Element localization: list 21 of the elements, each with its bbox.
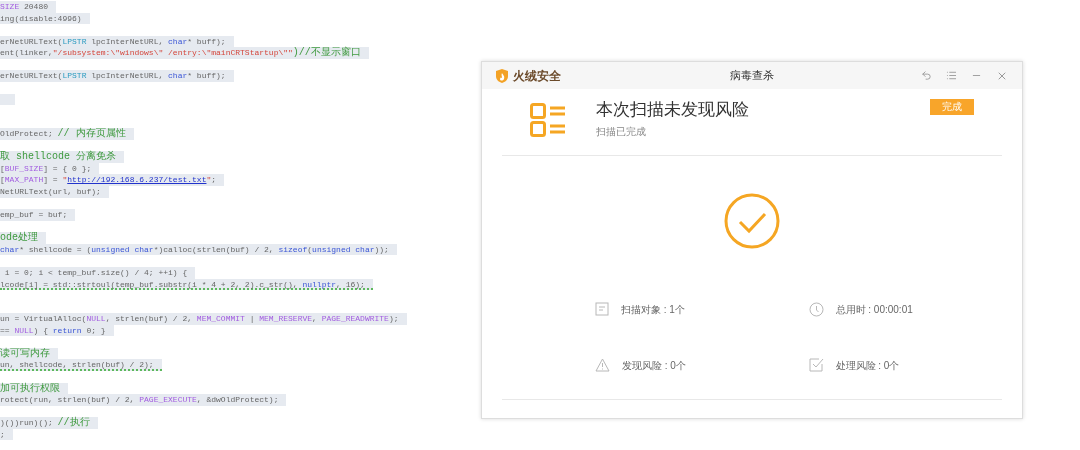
clock-icon [808, 301, 824, 317]
undo-icon [921, 70, 932, 81]
list-icon [530, 103, 566, 137]
menu-button[interactable] [946, 70, 957, 81]
scan-stat: 处理风险 : 0个 [835, 358, 900, 373]
brand-name: 火绒安全 [513, 67, 561, 85]
list-icon [946, 70, 957, 81]
link[interactable]: http://192.168.6.237/test.txt [67, 175, 207, 185]
window-title: 病毒查杀 [730, 68, 774, 84]
flame-shield-icon [496, 68, 508, 83]
scan-status: 扫描已完成 [596, 125, 647, 139]
scan-result-heading: 本次扫描未发现风险 [596, 99, 749, 121]
warning-icon [595, 358, 610, 372]
selection-highlight [0, 93, 15, 106]
scan-stat: 扫描对象 : 1个 [621, 302, 685, 317]
document-icon [595, 302, 609, 316]
back-button[interactable] [921, 70, 932, 81]
scan-stat: 发现风险 : 0个 [622, 358, 686, 373]
scan-stat: 总用时 : 00:00:01 [835, 302, 913, 317]
check-circle-icon [724, 193, 780, 249]
checked-task-icon [808, 358, 824, 372]
